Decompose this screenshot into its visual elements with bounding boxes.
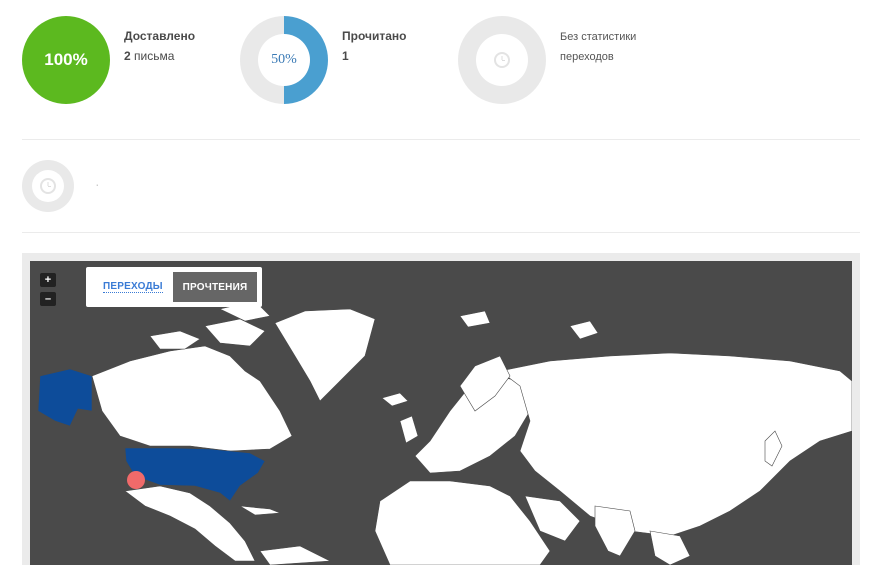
delivered-count-line: 2 письма: [124, 49, 174, 63]
clock-icon: [494, 52, 510, 68]
map-marker[interactable]: [127, 471, 145, 489]
second-row-placeholder: ·: [95, 176, 100, 192]
delivered-count-unit: письма: [134, 49, 175, 63]
zoom-out-button[interactable]: –: [40, 292, 56, 306]
divider: [22, 139, 860, 140]
clicks-line2: переходов: [560, 51, 614, 63]
delivered-title: Доставлено: [124, 29, 196, 43]
read-count: 1: [342, 49, 349, 63]
read-percent: 50%: [271, 52, 297, 67]
tab-reads[interactable]: ПРОЧТЕНИЯ: [173, 272, 257, 302]
divider: [22, 232, 860, 233]
map-tabs: ПЕРЕХОДЫ ПРОЧТЕНИЯ: [86, 267, 262, 307]
delivered-count: 2: [124, 49, 131, 63]
clock-icon: [40, 178, 56, 194]
zoom-in-button[interactable]: +: [40, 273, 56, 287]
read-title: Прочитано: [342, 29, 407, 43]
clicks-line1: Без статистики: [560, 31, 637, 43]
tab-clicks[interactable]: ПЕРЕХОДЫ: [103, 281, 163, 293]
delivered-percent: 100%: [44, 50, 88, 69]
